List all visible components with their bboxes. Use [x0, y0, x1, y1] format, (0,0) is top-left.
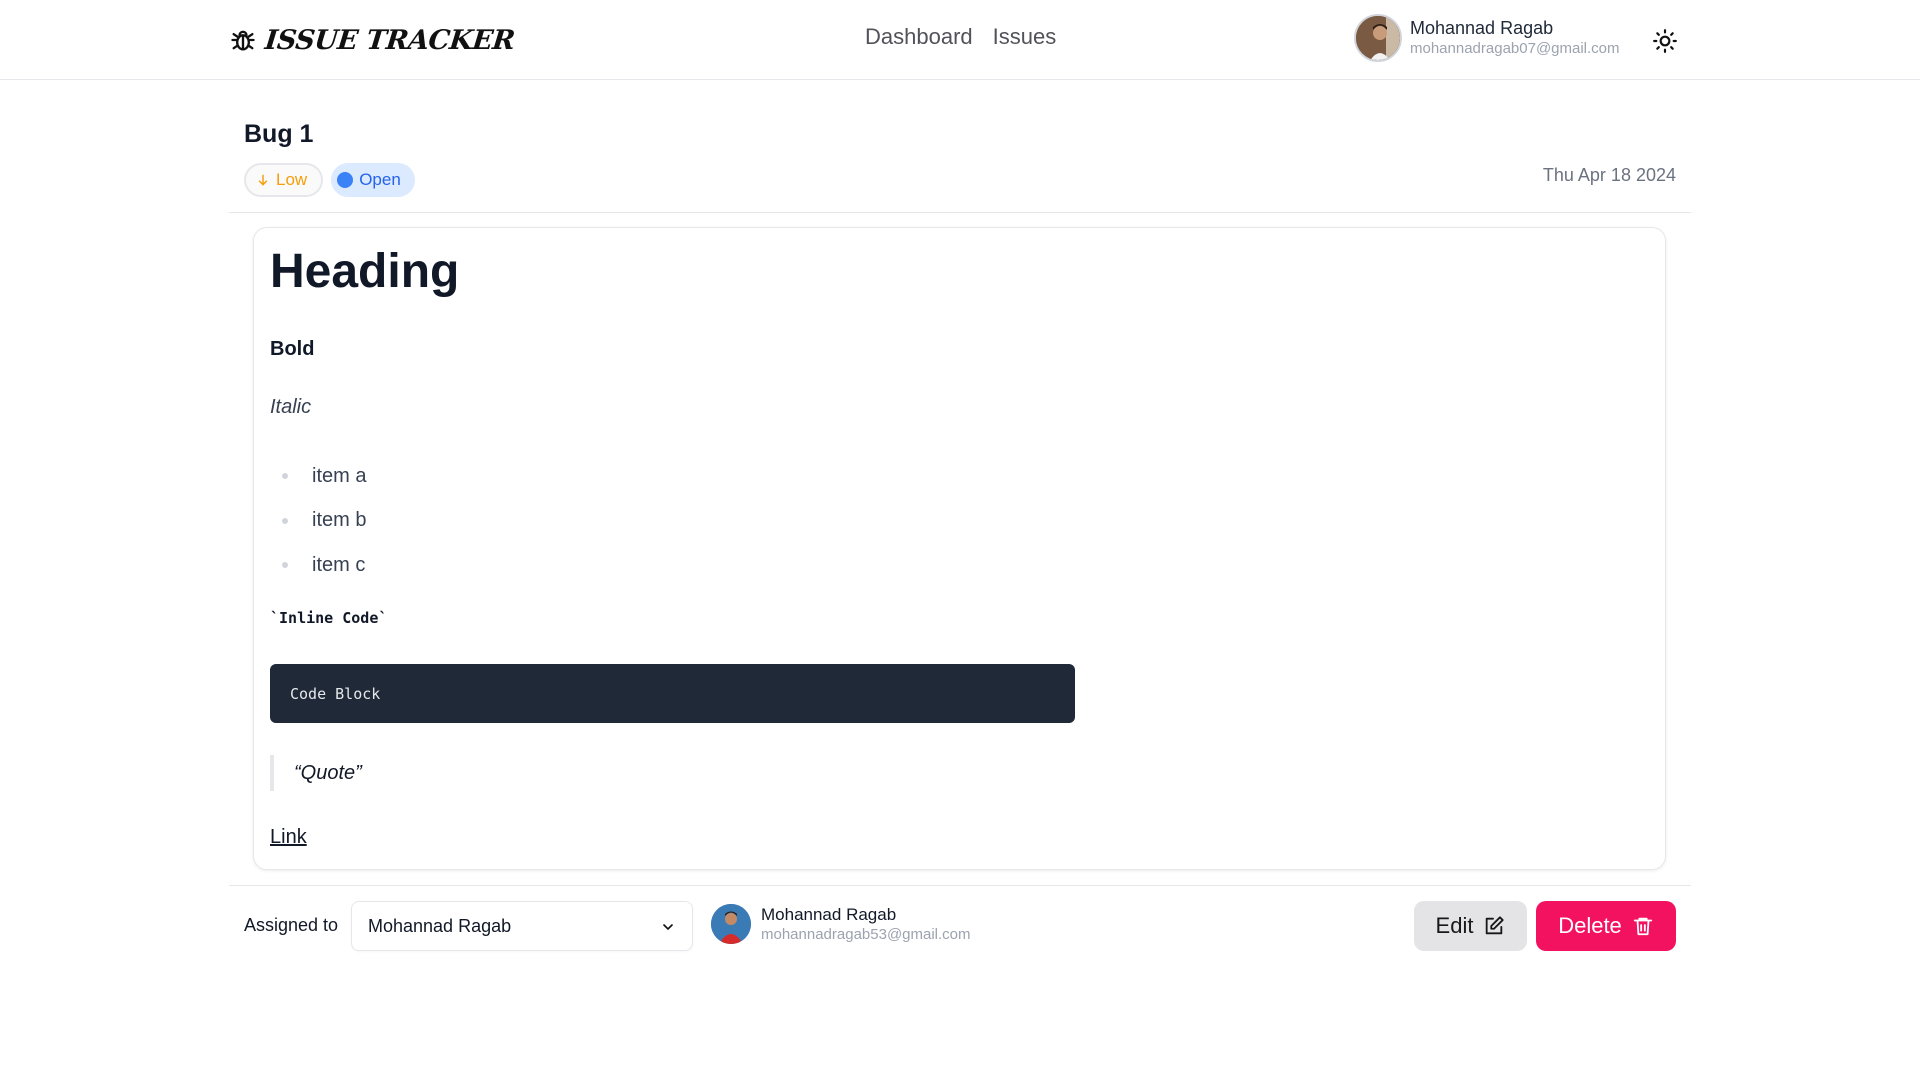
- bug-icon: [231, 30, 255, 51]
- avatar-image: [1356, 16, 1400, 60]
- assignee-info: Mohannad Ragab mohannadragab53@gmail.com: [711, 904, 971, 944]
- status-dot: [337, 172, 354, 188]
- logo-link[interactable]: ISSUE TRACKER: [229, 20, 517, 60]
- nav-link-issues[interactable]: Issues: [993, 24, 1057, 50]
- divider: [229, 212, 1691, 213]
- edit-button-label: Edit: [1435, 913, 1474, 938]
- issue-badges: Low Open: [244, 163, 415, 197]
- assignee-email: mohannadragab53@gmail.com: [761, 926, 971, 943]
- chevron-down-icon: [663, 924, 673, 931]
- priority-badge: Low: [244, 163, 324, 197]
- navbar: ISSUE TRACKER Dashboard Issues Mohannad …: [0, 0, 1920, 80]
- edit-icon: [1486, 916, 1505, 935]
- list-item: item c: [270, 543, 366, 588]
- status-badge: Open: [331, 163, 415, 197]
- status-label: Open: [359, 170, 401, 189]
- md-quote: “Quote”: [270, 755, 362, 791]
- user-email: mohannadragab07@gmail.com: [1410, 40, 1620, 57]
- trash-icon: [1633, 917, 1652, 936]
- arrow-down-icon: [258, 174, 268, 186]
- user-name: Mohannad Ragab: [1410, 18, 1554, 38]
- main-nav: Dashboard Issues: [865, 24, 1056, 50]
- delete-button-label: Delete: [1558, 913, 1622, 938]
- list-item: item b: [270, 499, 366, 544]
- md-heading: Heading: [270, 245, 460, 298]
- assignee-avatar: [711, 904, 751, 944]
- logo-text: ISSUE TRACKER: [263, 24, 517, 56]
- issue-date: Thu Apr 18 2024: [1542, 165, 1676, 185]
- md-italic: Italic: [270, 396, 312, 418]
- md-inline-code: `Inline Code`: [270, 609, 388, 627]
- assign-label: Assigned to: [244, 915, 339, 935]
- assignee-avatar-image: [711, 904, 751, 944]
- md-list: item a item b item c: [270, 454, 366, 588]
- md-link[interactable]: Link: [270, 826, 307, 849]
- nav-link-dashboard[interactable]: Dashboard: [865, 24, 973, 50]
- delete-button[interactable]: Delete: [1536, 901, 1676, 951]
- assignee-text: Mohannad Ragab mohannadragab53@gmail.com: [761, 904, 971, 944]
- priority-label: Low: [276, 170, 308, 189]
- md-bold: Bold: [270, 338, 315, 360]
- issue-title: Bug 1: [244, 120, 314, 148]
- user-menu[interactable]: Mohannad Ragab mohannadragab07@gmail.com: [1354, 14, 1620, 62]
- list-item: item a: [270, 454, 366, 499]
- assignee-select[interactable]: Mohannad Ragab: [351, 901, 693, 951]
- md-code-block: Code Block: [270, 664, 1075, 723]
- edit-button[interactable]: Edit: [1414, 901, 1527, 951]
- assignee-name: Mohannad Ragab: [761, 905, 897, 924]
- avatar[interactable]: [1354, 14, 1402, 62]
- issue-description-card: Heading Bold Italic item a item b item c…: [253, 227, 1666, 870]
- divider: [229, 885, 1691, 886]
- assignee-select-value: Mohannad Ragab: [368, 915, 512, 936]
- user-info: Mohannad Ragab mohannadragab07@gmail.com: [1410, 17, 1620, 59]
- sun-icon[interactable]: [1652, 28, 1678, 54]
